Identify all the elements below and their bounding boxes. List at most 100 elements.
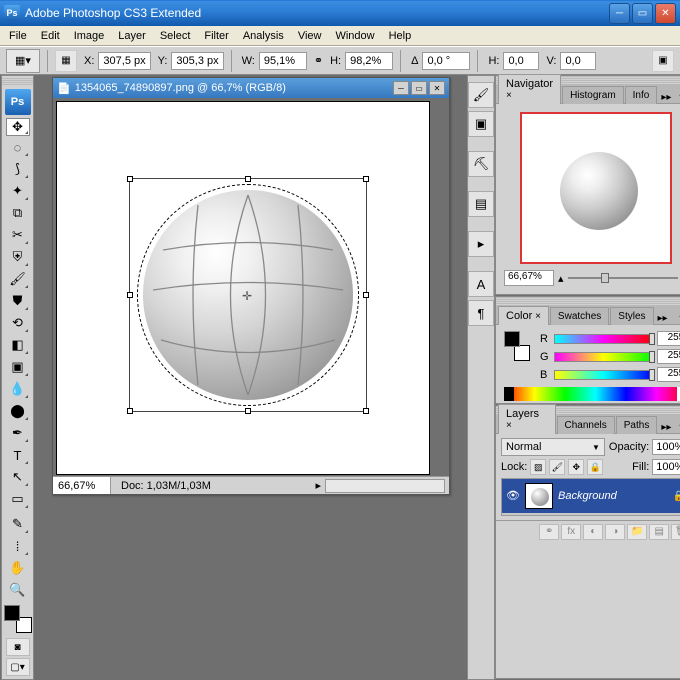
notes-tool[interactable]: ✎ [6, 513, 30, 535]
b-slider[interactable] [554, 370, 653, 380]
lock-all-button[interactable]: 🔒 [587, 459, 603, 475]
transform-handle-tl[interactable] [127, 176, 133, 182]
tab-channels[interactable]: Channels [557, 416, 615, 434]
tab-swatches[interactable]: Swatches [550, 307, 609, 325]
g-slider[interactable] [554, 352, 653, 362]
menu-analysis[interactable]: Analysis [236, 28, 291, 44]
new-layer-button[interactable]: ▤ [649, 524, 669, 540]
link-icon[interactable]: ⚭ [314, 54, 323, 67]
type-tool[interactable]: T [6, 444, 30, 466]
transform-handle-bl[interactable] [127, 408, 133, 414]
menu-select[interactable]: Select [153, 28, 198, 44]
fill-field[interactable]: 100%▸ [652, 459, 680, 475]
zoom-field[interactable]: 66,67% [53, 477, 111, 494]
dodge-tool[interactable]: ⬤ [6, 400, 30, 422]
close-button[interactable]: ✕ [655, 3, 676, 24]
menu-view[interactable]: View [291, 28, 329, 44]
brush-tool[interactable]: 🖌 [6, 268, 30, 290]
toolbox-grip[interactable] [2, 78, 33, 86]
doc-info-arrow-icon[interactable]: ▸ [311, 479, 325, 492]
history-brush-tool[interactable]: ⟲ [6, 312, 30, 334]
panel-menu-icon[interactable]: ▾≡ [674, 422, 680, 433]
tab-paths[interactable]: Paths [616, 416, 658, 434]
g-field[interactable]: 255 [657, 349, 680, 364]
navigator-zoom-slider[interactable] [568, 273, 678, 283]
zoom-tool[interactable]: 🔍 [6, 579, 30, 601]
stamp-tool[interactable]: ⛊ [6, 290, 30, 312]
delete-layer-button[interactable]: 🗑 [671, 524, 680, 540]
menu-edit[interactable]: Edit [34, 28, 67, 44]
lasso-tool[interactable]: ⟆ [6, 158, 30, 180]
x-field[interactable]: 307,5 px [98, 52, 150, 70]
h-field[interactable]: 98,2% [345, 52, 393, 70]
transform-center-icon[interactable]: ✛ [242, 289, 254, 301]
layer-name[interactable]: Background [558, 490, 668, 502]
tab-styles[interactable]: Styles [610, 307, 653, 325]
pen-tool[interactable]: ✒ [6, 422, 30, 444]
layer-style-button[interactable]: fx [561, 524, 581, 540]
tab-histogram[interactable]: Histogram [562, 86, 624, 104]
marquee-tool[interactable]: ◌ [6, 136, 30, 158]
transform-handle-bm[interactable] [245, 408, 251, 414]
menu-image[interactable]: Image [67, 28, 112, 44]
color-grip[interactable] [496, 297, 680, 305]
transform-box[interactable]: ✛ [129, 178, 367, 412]
panel-collapse-icon[interactable]: ▸▸ [655, 313, 671, 324]
quickmask-button[interactable]: ◙ [6, 638, 30, 656]
link-layers-button[interactable]: ⚭ [539, 524, 559, 540]
panel-collapse-icon[interactable]: ▸▸ [658, 92, 674, 103]
opacity-field[interactable]: 100%▸ [652, 439, 680, 455]
lock-transparent-button[interactable]: ▨ [530, 459, 546, 475]
color-ramp[interactable] [504, 387, 680, 401]
horizontal-scrollbar[interactable] [325, 479, 445, 493]
panel-collapse-icon[interactable]: ▸▸ [658, 422, 674, 433]
dock-actions-icon[interactable]: ▸ [468, 231, 494, 257]
transform-handle-mr[interactable] [363, 292, 369, 298]
r-slider[interactable] [554, 334, 653, 344]
menu-layer[interactable]: Layer [111, 28, 153, 44]
lock-image-button[interactable]: 🖌 [549, 459, 565, 475]
screenmode-button[interactable]: ▢▾ [6, 658, 30, 676]
hand-tool[interactable]: ✋ [6, 557, 30, 579]
move-tool[interactable]: ✥ [6, 118, 30, 136]
transform-handle-br[interactable] [363, 408, 369, 414]
menu-window[interactable]: Window [328, 28, 381, 44]
w-field[interactable]: 95,1% [259, 52, 307, 70]
y-field[interactable]: 305,3 px [171, 52, 223, 70]
dock-clone-icon[interactable]: ▣ [468, 111, 494, 137]
tab-layers[interactable]: Layers × [498, 404, 556, 434]
r-field[interactable]: 255 [657, 331, 680, 346]
dock-layercomps-icon[interactable]: ▤ [468, 191, 494, 217]
canvas-area[interactable]: ✛ [53, 98, 449, 476]
tab-navigator[interactable]: Navigator × [498, 74, 561, 104]
vskew-field[interactable]: 0,0 [560, 52, 596, 70]
doc-maximize-button[interactable]: ▭ [411, 81, 427, 95]
path-tool[interactable]: ↖ [6, 466, 30, 488]
panel-menu-icon[interactable]: ▾≡ [674, 92, 680, 103]
lock-position-button[interactable]: ✥ [568, 459, 584, 475]
menu-help[interactable]: Help [382, 28, 419, 44]
transform-handle-tr[interactable] [363, 176, 369, 182]
wand-tool[interactable]: ✦ [6, 180, 30, 202]
angle-field[interactable]: 0,0 ° [422, 52, 470, 70]
tool-preset-button[interactable]: ▦▾ [6, 49, 40, 73]
blend-mode-select[interactable]: Normal▼ [501, 438, 605, 456]
heal-tool[interactable]: ⛨ [6, 246, 30, 268]
dock-character-icon[interactable]: A [468, 271, 494, 297]
document-titlebar[interactable]: 📄 1354065_74890897.png @ 66,7% (RGB/8) ─… [53, 78, 449, 98]
doc-minimize-button[interactable]: ─ [393, 81, 409, 95]
minimize-button[interactable]: ─ [609, 3, 630, 24]
zoom-out-icon[interactable]: ▴ [558, 272, 564, 285]
color-picker[interactable] [4, 605, 32, 633]
b-field[interactable]: 255 [657, 367, 680, 382]
blur-tool[interactable]: 💧 [6, 378, 30, 400]
dock-brushes-icon[interactable]: 🖌 [468, 82, 494, 108]
layer-thumbnail[interactable] [525, 483, 553, 509]
color-swatch[interactable] [504, 331, 530, 361]
slice-tool[interactable]: ✂ [6, 224, 30, 246]
menu-filter[interactable]: Filter [197, 28, 235, 44]
layer-mask-button[interactable]: ◐ [583, 524, 603, 540]
tab-color[interactable]: Color × [498, 306, 549, 325]
crop-tool[interactable]: ⧉ [6, 202, 30, 224]
maximize-button[interactable]: ▭ [632, 3, 653, 24]
